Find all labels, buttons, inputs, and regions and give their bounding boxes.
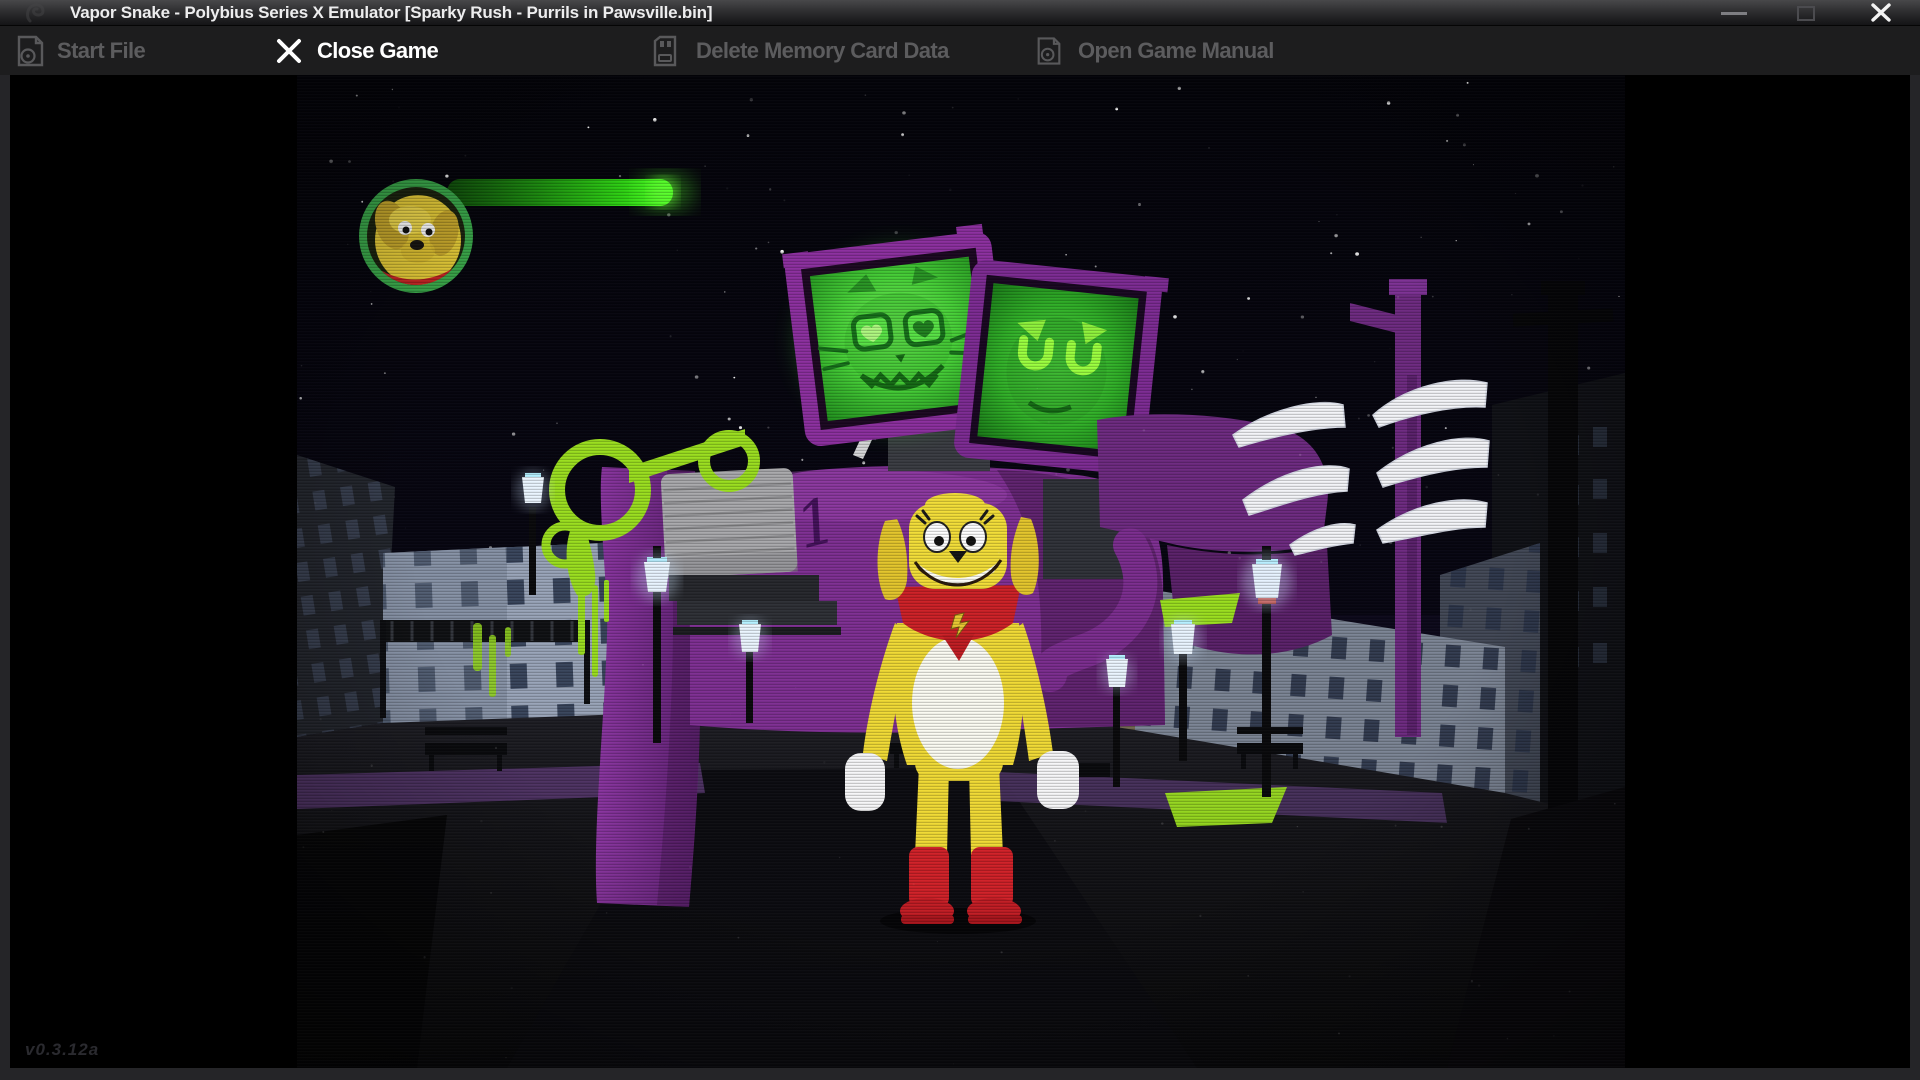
maximize-button[interactable] — [1797, 6, 1815, 21]
close-x-icon — [276, 38, 302, 64]
window-title: Vapor Snake - Polybius Series X Emulator… — [70, 0, 712, 25]
game-scene: 0.1 — [297, 75, 1625, 1068]
emulator-version: v0.3.12a — [25, 1040, 99, 1060]
emulator-window: Vapor Snake - Polybius Series X Emulator… — [0, 0, 1920, 1080]
game-manual-icon — [1036, 35, 1062, 67]
toolbar-item-delete-memory-card[interactable]: Delete Memory Card Data — [652, 26, 949, 76]
memory-card-icon — [652, 35, 678, 67]
toolbar-label: Open Game Manual — [1078, 38, 1274, 64]
minimize-button[interactable] — [1721, 12, 1747, 15]
toolbar: Start File Close Game Delete Memory Card… — [0, 25, 1920, 76]
toolbar-item-start-file[interactable]: Start File — [16, 26, 145, 76]
window-border-bottom — [0, 1068, 1920, 1080]
toolbar-label: Close Game — [317, 38, 438, 64]
window-border-left — [0, 75, 10, 1080]
close-window-button[interactable] — [1867, 2, 1895, 23]
disc-file-icon — [16, 35, 45, 67]
toolbar-item-close-game[interactable]: Close Game — [276, 26, 438, 76]
toolbar-label: Delete Memory Card Data — [696, 38, 949, 64]
vignette — [297, 75, 1625, 1068]
window-border-right — [1910, 75, 1920, 1080]
toolbar-label: Start File — [57, 38, 145, 64]
toolbar-item-open-manual[interactable]: Open Game Manual — [1036, 26, 1274, 76]
game-viewport[interactable]: 0.1 — [297, 75, 1625, 1068]
app-icon — [22, 1, 50, 24]
title-bar: Vapor Snake - Polybius Series X Emulator… — [0, 0, 1920, 25]
